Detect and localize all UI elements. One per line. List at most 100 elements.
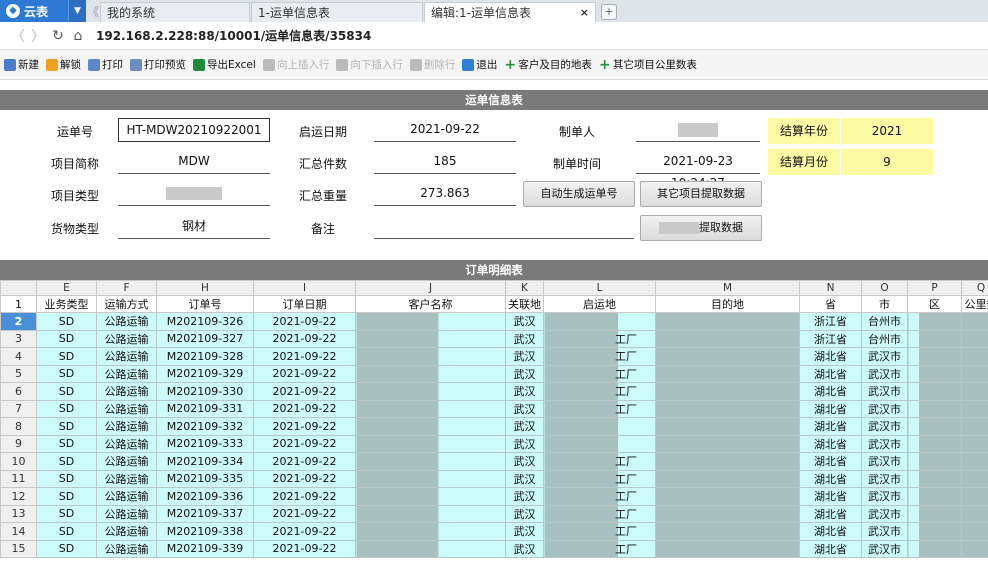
order-no-cell[interactable]: M202109-331 xyxy=(156,399,254,418)
related-place-cell[interactable]: 武汉 xyxy=(505,417,544,436)
order-no-cell[interactable]: M202109-335 xyxy=(156,469,254,488)
order-no-cell[interactable]: M202109-336 xyxy=(156,487,254,506)
district-cell[interactable] xyxy=(907,469,962,488)
order-no-cell[interactable]: M202109-334 xyxy=(156,452,254,471)
business-type-cell[interactable]: SD xyxy=(36,347,97,366)
row-number[interactable]: 8 xyxy=(0,417,37,436)
order-no-cell[interactable]: M202109-337 xyxy=(156,504,254,523)
other-project-extract-button[interactable]: 其它项目提取数据 xyxy=(640,181,762,207)
order-date-cell[interactable]: 2021-09-22 xyxy=(253,469,356,488)
column-letter[interactable]: E xyxy=(36,280,97,296)
back-arrow-icon[interactable]: 〈 xyxy=(8,26,28,46)
business-type-cell[interactable]: SD xyxy=(36,434,97,453)
province-cell[interactable]: 湖北省 xyxy=(799,417,862,436)
total-pieces-field[interactable]: 185 xyxy=(374,150,516,174)
business-type-cell[interactable]: SD xyxy=(36,504,97,523)
province-cell[interactable]: 湖北省 xyxy=(799,452,862,471)
province-cell[interactable]: 湖北省 xyxy=(799,434,862,453)
toolbar-item-plus[interactable]: + 客户及目的地表 xyxy=(504,57,592,72)
province-cell[interactable]: 湖北省 xyxy=(799,364,862,383)
order-no-cell[interactable]: M202109-332 xyxy=(156,417,254,436)
district-cell[interactable] xyxy=(907,539,962,558)
transport-mode-cell[interactable]: 公路运输 xyxy=(96,487,157,506)
toolbar-item-delete-row[interactable]: 删除行 xyxy=(409,57,455,72)
related-place-cell[interactable]: 武汉 xyxy=(505,399,544,418)
distance-cell[interactable] xyxy=(961,347,988,366)
business-type-cell[interactable]: SD xyxy=(36,539,97,558)
transport-mode-cell[interactable]: 公路运输 xyxy=(96,522,157,541)
related-place-cell[interactable]: 武汉 xyxy=(505,434,544,453)
business-type-cell[interactable]: SD xyxy=(36,382,97,401)
refresh-icon[interactable]: ↻ xyxy=(48,28,68,44)
customer-name-cell[interactable] xyxy=(355,347,506,366)
district-cell[interactable] xyxy=(907,399,962,418)
settle-year-field[interactable]: 2021 xyxy=(841,118,933,144)
customer-name-cell[interactable] xyxy=(355,312,506,331)
destination-cell[interactable] xyxy=(655,364,800,383)
toolbar-item-insert-above[interactable]: 向上插入行 xyxy=(262,57,329,72)
origin-cell[interactable]: 工厂 xyxy=(543,382,656,401)
origin-cell[interactable]: 工厂 xyxy=(543,539,656,558)
district-cell[interactable] xyxy=(907,329,962,348)
order-no-cell[interactable]: M202109-327 xyxy=(156,329,254,348)
district-cell[interactable] xyxy=(907,504,962,523)
transport-mode-cell[interactable]: 公路运输 xyxy=(96,382,157,401)
destination-cell[interactable] xyxy=(655,329,800,348)
customer-name-cell[interactable] xyxy=(355,522,506,541)
customer-name-cell[interactable] xyxy=(355,417,506,436)
customer-name-cell[interactable] xyxy=(355,539,506,558)
distance-cell[interactable] xyxy=(961,504,988,523)
order-date-cell[interactable]: 2021-09-22 xyxy=(253,452,356,471)
transport-mode-cell[interactable]: 公路运输 xyxy=(96,312,157,331)
order-date-cell[interactable]: 2021-09-22 xyxy=(253,487,356,506)
district-cell[interactable] xyxy=(907,382,962,401)
district-cell[interactable] xyxy=(907,434,962,453)
customer-name-cell[interactable] xyxy=(355,469,506,488)
province-cell[interactable]: 湖北省 xyxy=(799,522,862,541)
destination-cell[interactable] xyxy=(655,539,800,558)
column-letter[interactable]: J xyxy=(355,280,506,296)
row-number[interactable]: 15 xyxy=(0,539,37,558)
order-date-cell[interactable]: 2021-09-22 xyxy=(253,382,356,401)
distance-cell[interactable] xyxy=(961,452,988,471)
origin-cell[interactable]: 工厂 xyxy=(543,364,656,383)
distance-cell[interactable] xyxy=(961,364,988,383)
customer-name-cell[interactable] xyxy=(355,382,506,401)
distance-cell[interactable] xyxy=(961,329,988,348)
table-row[interactable]: 13 SD 公路运输 M202109-337 2021-09-22 武汉 工厂 湖北省 武汉市 xyxy=(0,504,988,523)
business-type-cell[interactable]: SD xyxy=(36,364,97,383)
transport-mode-cell[interactable]: 公路运输 xyxy=(96,417,157,436)
related-place-cell[interactable]: 武汉 xyxy=(505,469,544,488)
toolbar-item-plus[interactable]: + 其它项目公里数表 xyxy=(599,57,697,72)
district-cell[interactable] xyxy=(907,364,962,383)
origin-cell[interactable] xyxy=(543,417,656,436)
distance-cell[interactable] xyxy=(961,399,988,418)
table-row[interactable]: 10 SD 公路运输 M202109-334 2021-09-22 武汉 工厂 湖北省 武汉市 xyxy=(0,452,988,471)
row-number[interactable]: 12 xyxy=(0,487,37,506)
row-number[interactable]: 6 xyxy=(0,382,37,401)
tab-waybill-list[interactable]: 1-运单信息表 xyxy=(251,2,423,22)
related-place-cell[interactable]: 武汉 xyxy=(505,364,544,383)
destination-cell[interactable] xyxy=(655,312,800,331)
order-date-cell[interactable]: 2021-09-22 xyxy=(253,522,356,541)
order-date-cell[interactable]: 2021-09-22 xyxy=(253,399,356,418)
order-date-cell[interactable]: 2021-09-22 xyxy=(253,504,356,523)
creator-field[interactable] xyxy=(636,118,760,142)
city-cell[interactable]: 武汉市 xyxy=(861,399,908,418)
province-cell[interactable]: 湖北省 xyxy=(799,399,862,418)
column-letter[interactable]: I xyxy=(253,280,356,296)
business-type-cell[interactable]: SD xyxy=(36,487,97,506)
column-letter[interactable]: H xyxy=(156,280,254,296)
order-date-cell[interactable]: 2021-09-22 xyxy=(253,434,356,453)
url-text[interactable]: 192.168.2.228:88/10001/运单信息表/35834 xyxy=(96,27,371,44)
project-type-field[interactable] xyxy=(118,182,270,206)
business-type-cell[interactable]: SD xyxy=(36,329,97,348)
city-cell[interactable]: 武汉市 xyxy=(861,417,908,436)
customer-name-cell[interactable] xyxy=(355,434,506,453)
forward-arrow-icon[interactable]: 〉 xyxy=(28,26,48,46)
origin-cell[interactable] xyxy=(543,312,656,331)
tab-scroll-left-icon[interactable]: 《 xyxy=(86,0,100,22)
related-place-cell[interactable]: 武汉 xyxy=(505,347,544,366)
table-row[interactable]: 7 SD 公路运输 M202109-331 2021-09-22 武汉 工厂 湖北省 武汉市 xyxy=(0,399,988,418)
province-cell[interactable]: 湖北省 xyxy=(799,504,862,523)
